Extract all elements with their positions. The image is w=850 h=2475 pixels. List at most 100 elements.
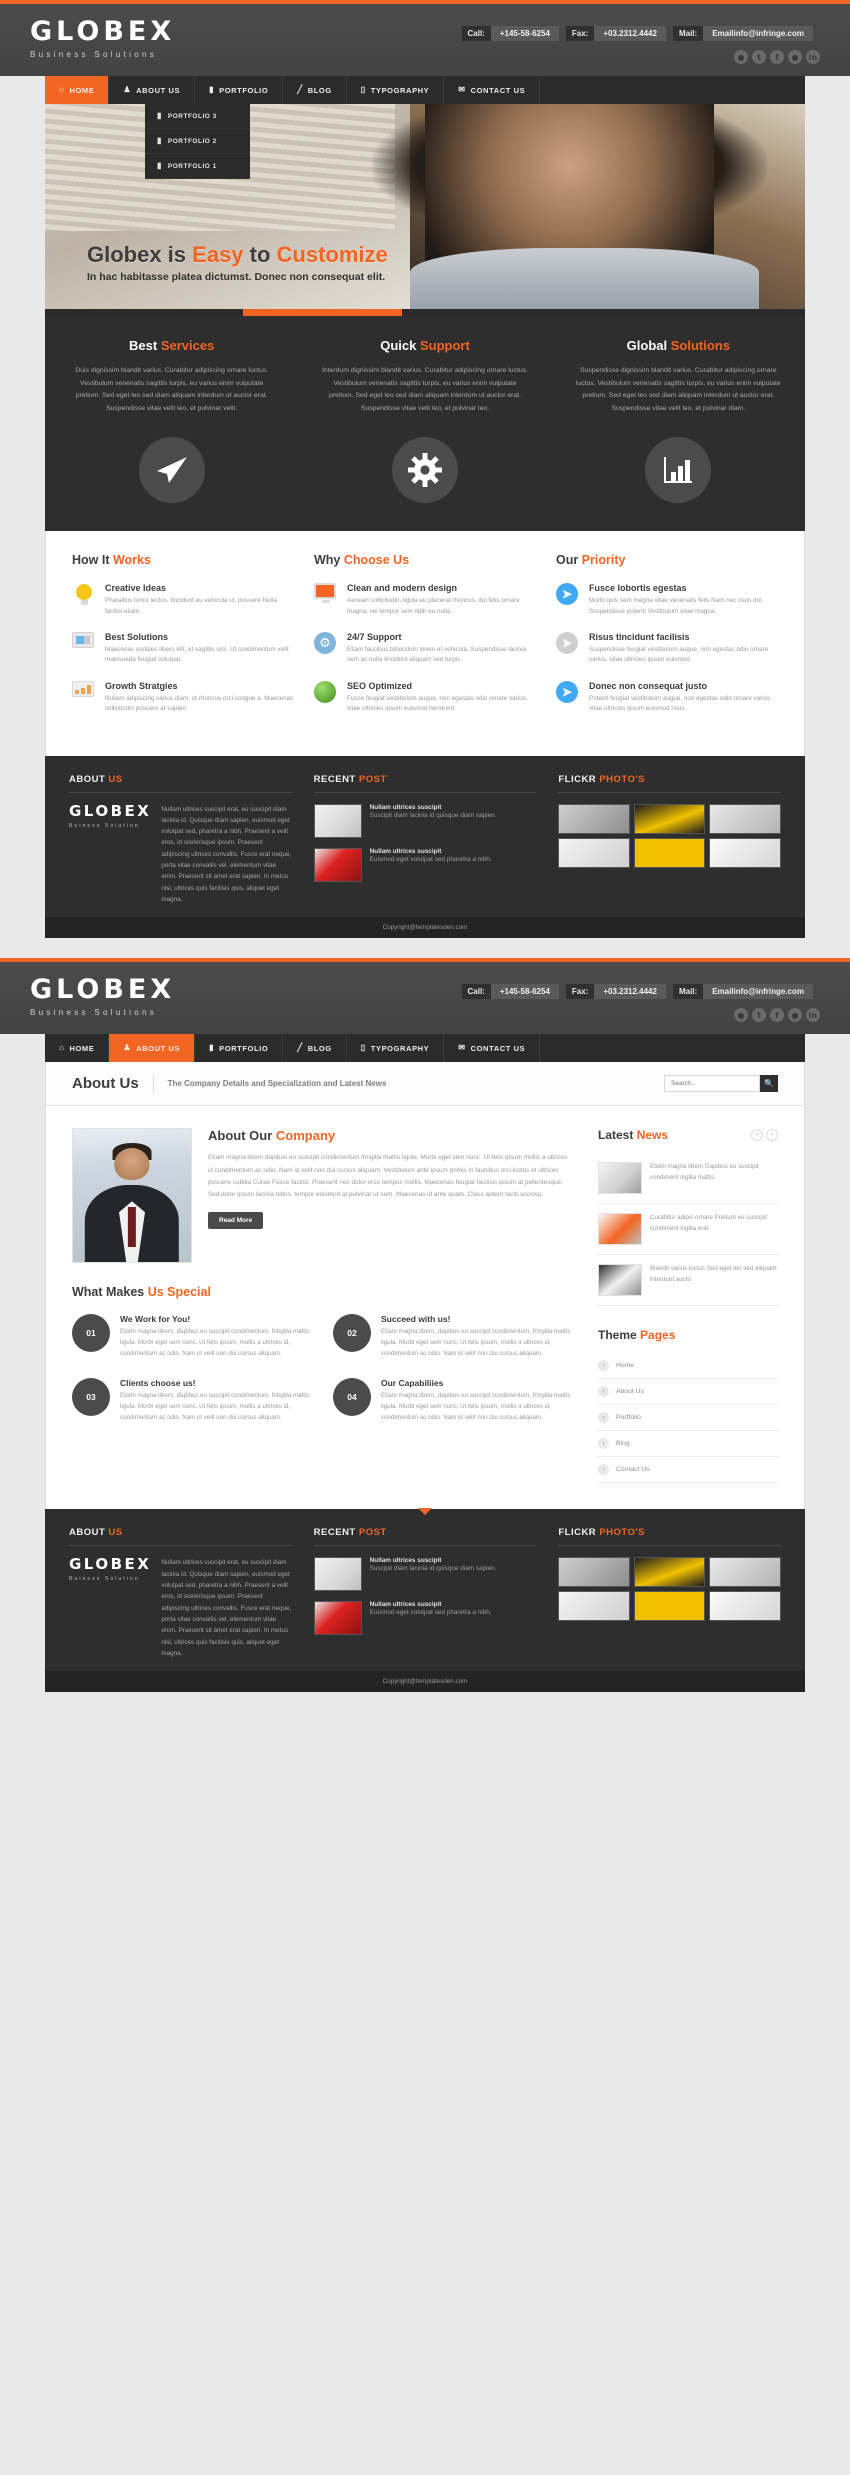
- nav-item-portfolio[interactable]: ▮ PORTFOLIO: [195, 1034, 284, 1063]
- prev-button[interactable]: ‹: [751, 1129, 763, 1142]
- nav-item-contact-us[interactable]: ✉ CONTACT US: [444, 76, 541, 104]
- nav-item-contact-us[interactable]: ✉ CONTACT US: [444, 1034, 541, 1063]
- flickr-photo[interactable]: [558, 1591, 630, 1622]
- theme-page-link-about-us[interactable]: › About Us: [598, 1379, 778, 1406]
- nav-item-blog[interactable]: ╱ BLOG: [283, 1034, 347, 1063]
- footer-logo[interactable]: GLOBEX Buiness Solution: [69, 1557, 151, 1659]
- nav-item-about-us[interactable]: ♟ ABOUT US: [109, 76, 196, 104]
- flickr-photo[interactable]: [709, 1557, 781, 1588]
- nav-item-blog[interactable]: ╱ BLOG: [283, 76, 347, 104]
- arrow-circle-icon: ➤: [556, 680, 580, 705]
- flickr-photo[interactable]: [709, 837, 781, 868]
- site-header: GLOBEX Business Solutions Call: +145-58-…: [0, 4, 850, 76]
- dropdown-item-portfolio-1[interactable]: ▮ PORTFOLIO 1: [145, 154, 250, 179]
- footer-post-title: Nullam ultrices suscipit: [369, 847, 442, 855]
- news-item[interactable]: Curabitur adipis ornare Pretium eu susci…: [598, 1204, 778, 1256]
- monitor-icon: [314, 583, 338, 607]
- slider-progress-bar[interactable]: [45, 309, 805, 316]
- hero-subtitle: In hac habitasse platea dictumst. Donec …: [87, 271, 386, 283]
- feature-col-title-2: Why Choose Us: [314, 553, 410, 568]
- theme-page-label: Contact Us: [616, 1466, 650, 1474]
- nav-item-about-us[interactable]: ♟ ABOUT US: [109, 1034, 196, 1063]
- twitter-icon[interactable]: t: [752, 1008, 766, 1023]
- special-number: 01: [72, 1314, 110, 1353]
- footer-post-title: Nullam ultrices suscipit: [369, 1557, 442, 1565]
- contact-value-call[interactable]: +145-58-6254: [490, 26, 559, 41]
- rss-icon[interactable]: ●: [734, 1008, 748, 1023]
- flickr-photo[interactable]: [633, 1591, 706, 1622]
- theme-page-link-contact-us[interactable]: › Contact Us: [598, 1457, 778, 1484]
- feature-item-clean-modern-design: Clean and modern design Aenean sollicitu…: [314, 583, 536, 617]
- paper-plane-icon[interactable]: [138, 437, 205, 504]
- linkedin-icon[interactable]: in: [806, 50, 820, 64]
- footer-logo[interactable]: GLOBEX Buiness Solution: [69, 803, 151, 906]
- dribbble-icon[interactable]: ●: [788, 50, 802, 64]
- service-best-services: Best Services Duis dignissim blandit var…: [45, 338, 298, 504]
- flickr-photo[interactable]: [709, 1591, 781, 1622]
- theme-page-link-home[interactable]: › Home: [598, 1353, 778, 1380]
- logo[interactable]: GLOBEX Business Solutions: [30, 976, 175, 1017]
- warranty-document-thumb: [313, 803, 362, 838]
- feature-title: Best Solutions: [105, 632, 169, 642]
- nav-item-home[interactable]: ⌂ HOME: [45, 76, 110, 104]
- footer-post-item[interactable]: Nullam ultrices suscipit Euismod eget vo…: [313, 1601, 537, 1636]
- social-links: ● t f ● in: [734, 1008, 820, 1023]
- read-more-button[interactable]: Read More: [208, 1212, 264, 1230]
- divider: [152, 1073, 154, 1094]
- search-button[interactable]: 🔍: [760, 1075, 778, 1093]
- logo[interactable]: GLOBEX Business Solutions: [30, 18, 175, 59]
- feature-item-fusce-lobortis: ➤ Fusce lobortis egestas Morbi quis sem …: [556, 583, 778, 617]
- flickr-photo[interactable]: [633, 1557, 706, 1588]
- dropdown-item-portfolio-3[interactable]: ▮ PORTFOLIO 3: [145, 104, 250, 129]
- search-input[interactable]: [664, 1075, 760, 1093]
- news-thumb-3: [598, 1264, 642, 1297]
- latest-news-title: Latest News: [598, 1128, 669, 1143]
- dribbble-icon[interactable]: ●: [788, 1008, 802, 1023]
- contact-value-mail[interactable]: Emailinfo@infringe.com: [703, 984, 813, 1000]
- nav-item-home[interactable]: ⌂ HOME: [45, 1034, 110, 1063]
- news-item[interactable]: Blandit varius luctus Sed eget leo sed a…: [598, 1255, 778, 1307]
- feature-item-best-solutions: Best Solutions Maecenas sodales libero e…: [72, 632, 294, 666]
- gear-icon: ⚙: [314, 632, 338, 656]
- home-icon: ⌂: [59, 85, 65, 94]
- service-text-1: Duis dignissim blandit varius. Curabitur…: [75, 367, 268, 412]
- footer-post-item[interactable]: Nullam ultrices suscipit Suscipit diam l…: [313, 803, 537, 838]
- footer-post-item[interactable]: Nullam ultrices suscipit Suscipit diam l…: [313, 1557, 537, 1592]
- contact-value-fax[interactable]: +03.2312.4442: [594, 26, 666, 41]
- rss-icon[interactable]: ●: [734, 50, 748, 64]
- special-item-text: Etiam magna libero, dapibus eu suscipit …: [120, 1391, 310, 1421]
- flickr-photo[interactable]: [633, 803, 706, 834]
- special-title: What Makes Us Special: [72, 1285, 211, 1300]
- social-links: ● t f ● in: [734, 50, 820, 64]
- theme-page-link-portfolio[interactable]: › Portfolio: [598, 1405, 778, 1432]
- facebook-icon[interactable]: f: [770, 1008, 784, 1023]
- flickr-photo[interactable]: [558, 837, 630, 868]
- flickr-photo[interactable]: [709, 803, 781, 834]
- flickr-photo[interactable]: [558, 1557, 630, 1588]
- contact-value-mail[interactable]: Emailinfo@infringe.com: [703, 26, 813, 41]
- arrow-circle-icon: ➤: [556, 583, 580, 607]
- theme-page-link-blog[interactable]: › Blog: [598, 1431, 778, 1458]
- gear-icon[interactable]: [391, 437, 458, 504]
- dropdown-item-portfolio-2[interactable]: ▮ PORTFOLIO 2: [145, 129, 250, 154]
- flickr-photo[interactable]: [558, 803, 630, 834]
- bar-chart-icon[interactable]: [645, 437, 712, 504]
- linkedin-icon[interactable]: in: [806, 1008, 820, 1023]
- search-icon: 🔍: [764, 1079, 774, 1089]
- footer-post-item[interactable]: Nullam ultrices suscipit Euismod eget vo…: [313, 847, 537, 882]
- nav-label-contact-us: CONTACT US: [470, 1043, 526, 1053]
- contact-value-fax[interactable]: +03.2312.4442: [594, 984, 666, 1000]
- envelope-icon: ✉: [458, 85, 466, 94]
- nav-item-portfolio[interactable]: ▮ PORTFOLIO: [195, 76, 284, 104]
- nav-item-typography[interactable]: ▯ TYPOGRAPHY: [347, 1034, 445, 1063]
- twitter-icon[interactable]: t: [752, 50, 766, 64]
- news-item[interactable]: Etiam magna libero Dapibus eu suscipit c…: [598, 1153, 778, 1205]
- user-icon: ♟: [123, 1043, 132, 1053]
- flickr-photo[interactable]: [633, 837, 706, 868]
- next-button[interactable]: ›: [766, 1129, 778, 1142]
- contact-value-call[interactable]: +145-58-6254: [490, 984, 559, 1000]
- facebook-icon[interactable]: f: [770, 50, 784, 64]
- footer-about-column: ABOUT US GLOBEX Buiness Solution Nullam …: [69, 774, 292, 906]
- nav-item-typography[interactable]: ▯ TYPOGRAPHY: [347, 76, 445, 104]
- nav-label-typography: TYPOGRAPHY: [370, 85, 430, 95]
